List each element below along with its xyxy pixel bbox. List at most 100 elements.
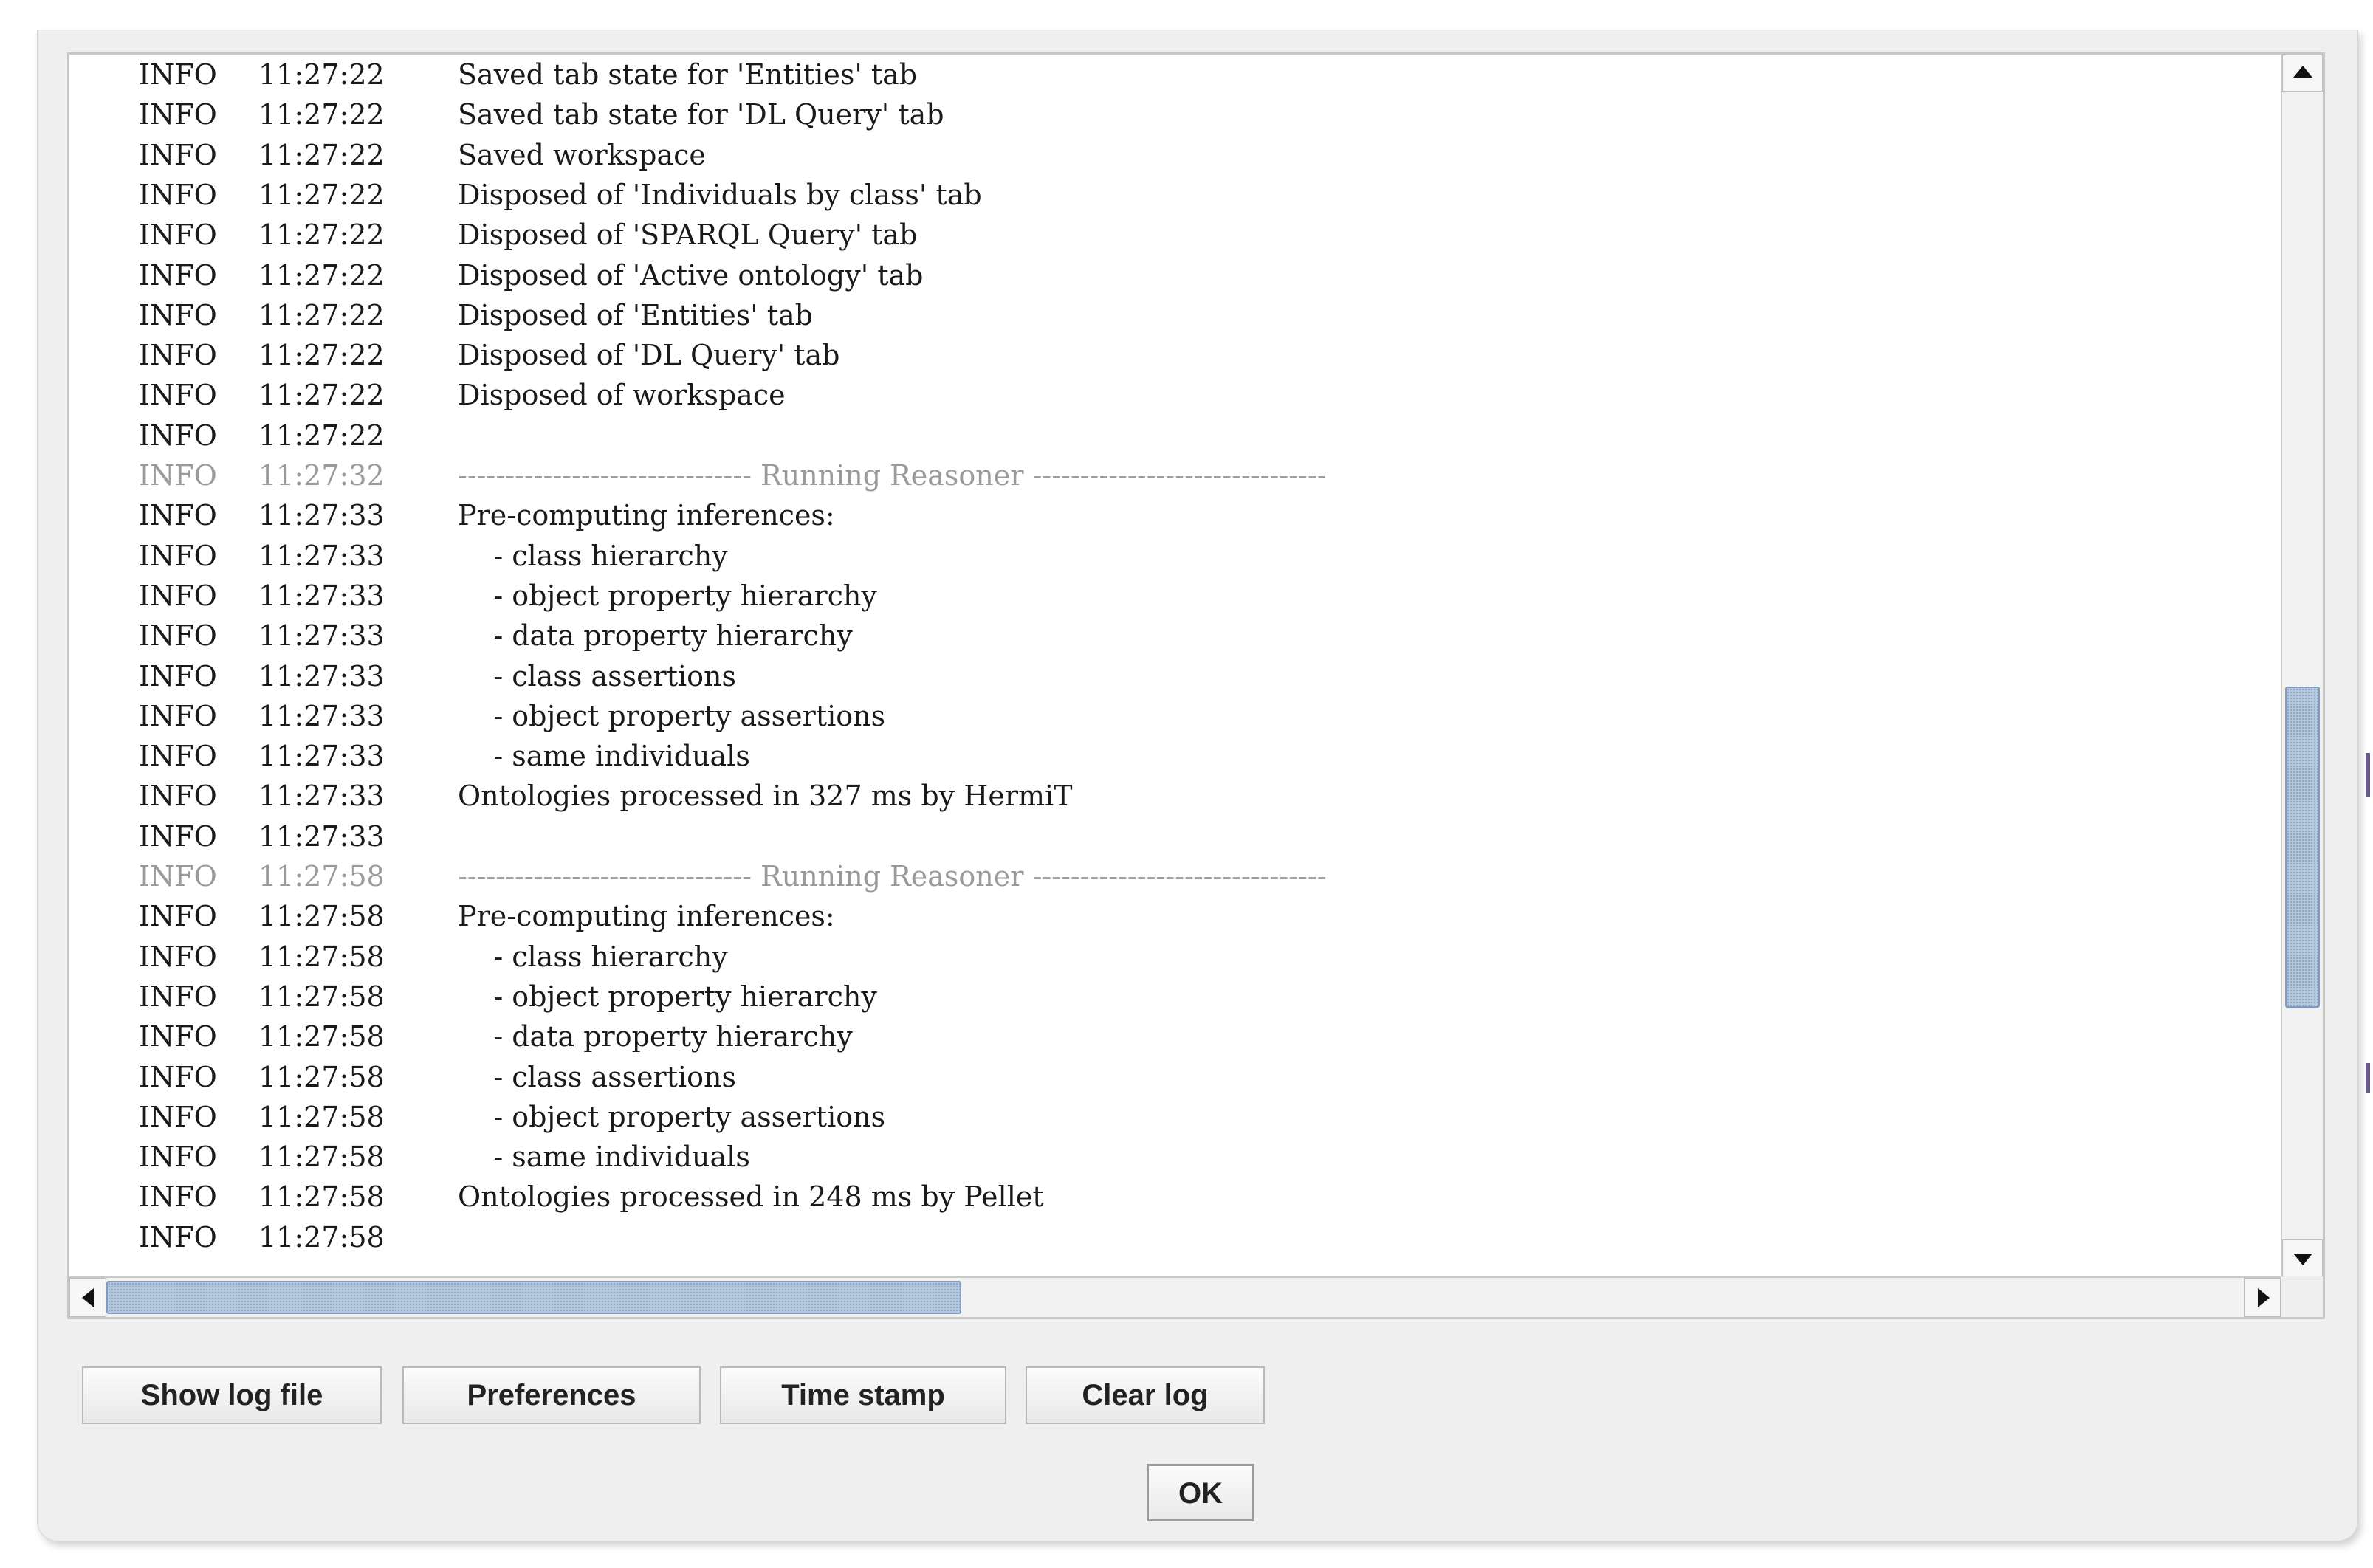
log-level: INFO	[139, 1020, 217, 1053]
log-level: INFO	[139, 699, 217, 732]
log-level: INFO	[139, 499, 217, 532]
log-level: INFO	[139, 98, 217, 131]
log-level: INFO	[139, 819, 217, 853]
log-level: INFO	[139, 940, 217, 973]
arrow-left-icon	[82, 1288, 94, 1307]
log-timestamp: 11:27:58	[258, 1100, 385, 1133]
log-timestamp: 11:27:58	[258, 1180, 385, 1214]
log-level: INFO	[139, 619, 217, 653]
log-level: INFO	[139, 539, 217, 572]
log-message: ------------------------------- Running …	[458, 459, 1327, 492]
time-stamp-button[interactable]: Time stamp	[720, 1366, 1006, 1424]
log-line: INFO 11:27:22	[69, 416, 2281, 455]
log-timestamp: 11:27:58	[258, 1060, 385, 1093]
log-level: INFO	[139, 740, 217, 773]
log-message: Disposed of 'SPARQL Query' tab	[458, 219, 918, 252]
log-timestamp: 11:27:22	[258, 58, 385, 91]
vertical-scroll-thumb[interactable]	[2285, 687, 2320, 1008]
log-message: Saved tab state for 'DL Query' tab	[458, 98, 944, 131]
arrow-right-icon	[2258, 1288, 2270, 1307]
log-timestamp: 11:27:58	[258, 980, 385, 1013]
log-line: INFO 11:27:22 Disposed of workspace	[69, 375, 2281, 415]
log-timestamp: 11:27:33	[258, 499, 385, 532]
log-line: INFO 11:27:58 ----------------------------…	[69, 856, 2281, 896]
scroll-up-button[interactable]	[2282, 55, 2323, 92]
log-line: INFO 11:27:22 Disposed of 'Individuals by …	[69, 175, 2281, 215]
log-line: INFO 11:27:58 - same individuals	[69, 1137, 2281, 1177]
log-panel: INFO 11:27:22 Saved tab state for 'Entitie…	[67, 52, 2325, 1319]
log-level: INFO	[139, 1141, 217, 1174]
log-line: INFO 11:27:33 - class assertions	[69, 656, 2281, 696]
log-timestamp: 11:27:33	[258, 579, 385, 612]
log-line: INFO 11:27:58 - class hierarchy	[69, 937, 2281, 977]
ok-button[interactable]: OK	[1147, 1464, 1254, 1521]
log-message: Disposed of 'DL Query' tab	[458, 339, 840, 372]
log-level: INFO	[139, 780, 217, 813]
log-timestamp: 11:27:22	[258, 98, 385, 131]
log-message: Ontologies processed in 327 ms by HermiT	[458, 780, 1073, 813]
log-line: INFO 11:27:58 Pre-computing inferences:	[69, 896, 2281, 936]
log-level: INFO	[139, 579, 217, 612]
log-message: - object property hierarchy	[458, 980, 877, 1013]
log-message: - object property hierarchy	[458, 579, 877, 612]
log-line: INFO 11:27:58 - object property assertion…	[69, 1097, 2281, 1137]
log-timestamp: 11:27:33	[258, 740, 385, 773]
scroll-left-button[interactable]	[69, 1278, 106, 1317]
log-message: Pre-computing inferences:	[458, 499, 835, 532]
log-message: - same individuals	[458, 1141, 750, 1174]
log-timestamp: 11:27:58	[258, 1020, 385, 1053]
clear-log-button[interactable]: Clear log	[1026, 1366, 1265, 1424]
preferences-button[interactable]: Preferences	[402, 1366, 701, 1424]
log-line: INFO 11:27:33 Ontologies processed in 327 …	[69, 776, 2281, 816]
log-level: INFO	[139, 339, 217, 372]
log-timestamp: 11:27:58	[258, 940, 385, 973]
log-level: INFO	[139, 1220, 217, 1254]
log-timestamp: 11:27:22	[258, 379, 385, 412]
log-timestamp: 11:27:58	[258, 900, 385, 933]
arrow-up-icon	[2293, 66, 2312, 78]
log-level: INFO	[139, 1060, 217, 1093]
arrow-down-icon	[2293, 1254, 2312, 1265]
log-level: INFO	[139, 900, 217, 933]
log-message: - data property hierarchy	[458, 619, 853, 653]
log-line: INFO 11:27:58 - object property hierarchy	[69, 977, 2281, 1017]
log-line: INFO 11:27:33 - same individuals	[69, 736, 2281, 776]
log-message: - same individuals	[458, 740, 750, 773]
horizontal-scrollbar[interactable]	[69, 1276, 2281, 1317]
log-dialog: INFO 11:27:22 Saved tab state for 'Entitie…	[37, 30, 2358, 1541]
log-line: INFO 11:27:33 Pre-computing inferences:	[69, 495, 2281, 535]
log-message: ------------------------------- Running …	[458, 860, 1327, 893]
log-level: INFO	[139, 980, 217, 1013]
log-line: INFO 11:27:33 - object property hierarchy	[69, 576, 2281, 616]
log-timestamp: 11:27:58	[258, 860, 385, 893]
log-level: INFO	[139, 379, 217, 412]
log-level: INFO	[139, 58, 217, 91]
log-text-area[interactable]: INFO 11:27:22 Saved tab state for 'Entitie…	[69, 55, 2281, 1276]
log-line: INFO 11:27:58 - class assertions	[69, 1057, 2281, 1097]
log-line: INFO 11:27:22 Saved tab state for 'Entitie…	[69, 55, 2281, 94]
show-log-file-button[interactable]: Show log file	[82, 1366, 382, 1424]
log-timestamp: 11:27:33	[258, 659, 385, 692]
vertical-scrollbar[interactable]	[2281, 55, 2323, 1276]
log-level: INFO	[139, 419, 217, 452]
log-level: INFO	[139, 178, 217, 211]
log-message: Saved workspace	[458, 138, 706, 171]
log-message: Saved tab state for 'Entities' tab	[458, 58, 918, 91]
scroll-right-button[interactable]	[2244, 1278, 2281, 1317]
background-window-edge	[2366, 1063, 2370, 1093]
log-timestamp: 11:27:22	[258, 339, 385, 372]
log-timestamp: 11:27:58	[258, 1141, 385, 1174]
log-message: Disposed of 'Individuals by class' tab	[458, 178, 982, 211]
log-line: INFO 11:27:33 - data property hierarchy	[69, 616, 2281, 656]
log-line: INFO 11:27:33	[69, 816, 2281, 856]
log-timestamp: 11:27:22	[258, 219, 385, 252]
log-message: - object property assertions	[458, 1100, 886, 1133]
log-level: INFO	[139, 459, 217, 492]
log-timestamp: 11:27:32	[258, 459, 385, 492]
log-message: - class hierarchy	[458, 539, 728, 572]
log-line: INFO 11:27:58	[69, 1217, 2281, 1257]
horizontal-scroll-thumb[interactable]	[106, 1281, 961, 1314]
scroll-down-button[interactable]	[2282, 1239, 2323, 1276]
log-timestamp: 11:27:22	[258, 419, 385, 452]
log-timestamp: 11:27:33	[258, 539, 385, 572]
